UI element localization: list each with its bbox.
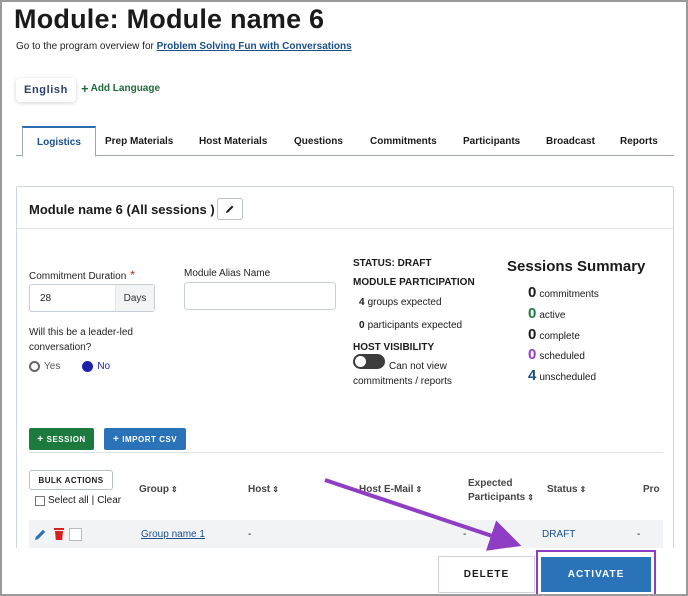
status-cell: DRAFT — [542, 529, 576, 540]
summary-scheduled: 0 scheduled — [528, 346, 585, 363]
col-expected-header[interactable]: Expected Participants ⇕ — [468, 477, 538, 505]
bulk-actions-button[interactable]: BULK ACTIONS — [29, 470, 113, 490]
host-visibility-title: HOST VISIBILITY — [353, 342, 435, 353]
module-tabs: Logistics Prep Materials Host Materials … — [16, 126, 674, 157]
summary-unscheduled: 4 unscheduled — [528, 367, 597, 384]
select-all-row: Select all | Clear — [35, 495, 121, 506]
add-session-button[interactable]: + SESSION — [29, 428, 94, 450]
app-frame: Module: Module name 6 Go to the program … — [0, 0, 688, 596]
required-asterisk: * — [130, 268, 135, 282]
activate-button[interactable]: ACTIVATE — [541, 557, 651, 592]
radio-no-label: No — [97, 361, 111, 372]
program-overview-line: Go to the program overview for Problem S… — [16, 41, 352, 52]
pencil-icon[interactable] — [34, 528, 47, 541]
overview-prefix: Go to the program overview for — [16, 41, 154, 52]
col-host-header[interactable]: Host ⇕ — [248, 484, 279, 495]
plus-icon: + — [37, 433, 44, 445]
module-participation-title: MODULE PARTICIPATION — [353, 277, 475, 288]
sort-icon: ⇕ — [272, 485, 279, 494]
radio-yes[interactable] — [29, 361, 40, 372]
leader-led-radios: Yes No — [29, 361, 110, 372]
sort-icon: ⇕ — [527, 493, 534, 502]
tab-participants[interactable]: Participants — [463, 126, 520, 156]
page-title: Module: Module name 6 — [14, 4, 325, 34]
tab-host-materials[interactable]: Host Materials — [199, 126, 267, 156]
tab-broadcast[interactable]: Broadcast — [546, 126, 595, 156]
divider — [29, 452, 663, 453]
participants-expected: 0 participants expected — [359, 320, 463, 331]
clear-link[interactable]: Clear — [97, 495, 121, 506]
col-status-header[interactable]: Status ⇕ — [547, 484, 586, 495]
pencil-icon — [226, 205, 234, 213]
trash-icon[interactable] — [53, 527, 65, 541]
status-text: STATUS: DRAFT — [353, 258, 432, 269]
edit-title-button[interactable] — [217, 198, 243, 220]
host-visibility-text: Can not view commitments / reports — [353, 361, 452, 387]
import-csv-button[interactable]: + IMPORT CSV — [104, 428, 186, 450]
summary-active: 0 active — [528, 305, 566, 322]
commitment-duration-input[interactable]: 28 Days — [29, 284, 155, 312]
col-group-header[interactable]: Group ⇕ — [139, 484, 178, 495]
radio-no[interactable] — [82, 361, 94, 372]
sort-icon: ⇕ — [171, 485, 178, 494]
add-language-button[interactable]: + Add Language — [81, 80, 161, 96]
group-name-link[interactable]: Group name 1 — [141, 529, 205, 540]
tab-questions[interactable]: Questions — [294, 126, 343, 156]
plus-icon: + — [81, 80, 89, 96]
plus-icon: + — [112, 433, 120, 445]
summary-commitments: 0 commitments — [528, 284, 599, 301]
host-cell: - — [248, 529, 252, 540]
summary-complete: 0 complete — [528, 326, 580, 343]
row-checkbox[interactable] — [69, 528, 82, 541]
commitment-duration-value[interactable]: 28 — [30, 285, 116, 311]
delete-button[interactable]: DELETE — [438, 556, 535, 593]
groups-expected: 4 groups expected — [359, 297, 442, 308]
sort-icon: ⇕ — [579, 485, 587, 494]
leader-led-question: Will this be a leader-led conversation? — [29, 327, 133, 353]
tab-logistics[interactable]: Logistics — [22, 126, 96, 157]
sort-icon: ⇕ — [415, 485, 423, 494]
col-email-header[interactable]: Host E-Mail ⇕ — [359, 484, 422, 495]
card-header: Module name 6 (All sessions ) — [17, 187, 673, 229]
add-language-label: Add Language — [90, 83, 161, 94]
col-pro-header[interactable]: Pro — [643, 484, 660, 495]
language-english-pill[interactable]: English — [16, 78, 76, 102]
tab-commitments[interactable]: Commitments — [370, 126, 437, 156]
program-overview-link[interactable]: Problem Solving Fun with Conversations — [157, 41, 352, 52]
pro-cell: - — [637, 529, 641, 540]
tab-reports[interactable]: Reports — [620, 126, 658, 156]
module-alias-label: Module Alias Name — [184, 268, 271, 279]
select-all-link[interactable]: Select all — [48, 495, 89, 506]
tab-prep-materials[interactable]: Prep Materials — [105, 126, 173, 156]
sessions-summary-title: Sessions Summary — [507, 258, 646, 275]
module-card: Module name 6 (All sessions ) Commitment… — [16, 186, 674, 558]
commitment-duration-label: Commitment Duration * — [29, 268, 135, 282]
select-all-checkbox[interactable] — [35, 495, 45, 506]
radio-yes-label: Yes — [44, 361, 61, 372]
card-title: Module name 6 (All sessions ) — [29, 202, 215, 217]
table-row: Group name 1 - - DRAFT - — [29, 520, 663, 550]
expected-cell: - — [463, 529, 467, 540]
module-alias-input[interactable] — [184, 282, 336, 310]
commitment-duration-unit: Days — [116, 285, 154, 311]
